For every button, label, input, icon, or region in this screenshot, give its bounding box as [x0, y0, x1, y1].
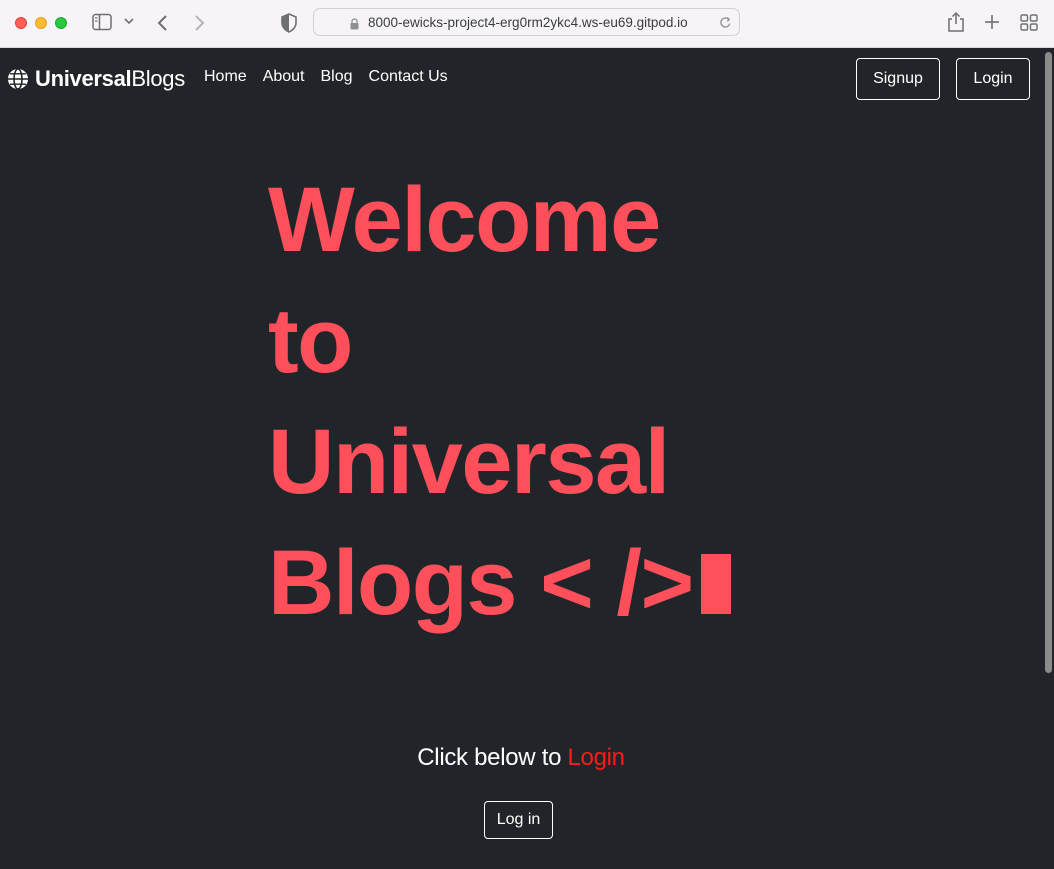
- new-tab-icon[interactable]: [984, 14, 1000, 30]
- login-button[interactable]: Login: [956, 58, 1030, 100]
- hero-line-blogs: Blogs < />: [268, 523, 828, 644]
- hero-line-universal: Universal: [268, 411, 670, 513]
- page-scrollbar-thumb[interactable]: [1045, 52, 1052, 673]
- share-icon[interactable]: [947, 11, 965, 33]
- back-arrow-icon[interactable]: [157, 14, 169, 32]
- nav-link-contact-us[interactable]: Contact Us: [369, 68, 448, 86]
- minimize-window-button[interactable]: [35, 17, 47, 29]
- address-bar[interactable]: 8000-ewicks-project4-erg0rm2ykc4.ws-eu69…: [313, 8, 740, 36]
- hero-line-to: to: [268, 290, 353, 392]
- nav-links: Home About Blog Contact Us: [204, 68, 448, 86]
- chevron-down-icon[interactable]: [124, 17, 134, 25]
- hero-line-blogs-text: Blogs < />: [268, 532, 694, 634]
- site-navbar: Universal Blogs Home About Blog Contact U…: [0, 49, 1042, 109]
- brand-name-light: Blogs: [131, 66, 185, 91]
- hero-line-welcome: Welcome: [268, 169, 661, 271]
- cta-prefix: Click below to: [417, 744, 562, 771]
- globe-icon: [8, 68, 28, 90]
- sidebar-toggle-icon[interactable]: [92, 13, 112, 31]
- browser-toolbar: 8000-ewicks-project4-erg0rm2ykc4.ws-eu69…: [0, 0, 1054, 48]
- nav-link-home[interactable]: Home: [204, 68, 247, 86]
- brand-logo[interactable]: Universal Blogs: [7, 66, 185, 92]
- brand-name-bold: Universal: [35, 66, 132, 91]
- close-window-button[interactable]: [15, 17, 27, 29]
- signup-button[interactable]: Signup: [856, 58, 940, 100]
- log-in-button[interactable]: Log in: [484, 801, 553, 839]
- cta-text: Click below to Login: [0, 744, 1042, 772]
- nav-link-blog[interactable]: Blog: [321, 68, 353, 86]
- typing-cursor: [700, 554, 731, 614]
- lock-icon: [350, 17, 359, 35]
- maximize-window-button[interactable]: [55, 17, 67, 29]
- cta-accent: Login: [567, 744, 626, 771]
- hero-heading: Welcome to Universal Blogs < />: [268, 160, 828, 644]
- reload-icon[interactable]: [719, 16, 732, 34]
- url-text: 8000-ewicks-project4-erg0rm2ykc4.ws-eu69…: [368, 15, 688, 30]
- privacy-shield-icon[interactable]: [281, 13, 297, 33]
- forward-arrow-icon[interactable]: [193, 14, 205, 32]
- tab-overview-icon[interactable]: [1020, 14, 1038, 31]
- nav-link-about[interactable]: About: [263, 68, 305, 86]
